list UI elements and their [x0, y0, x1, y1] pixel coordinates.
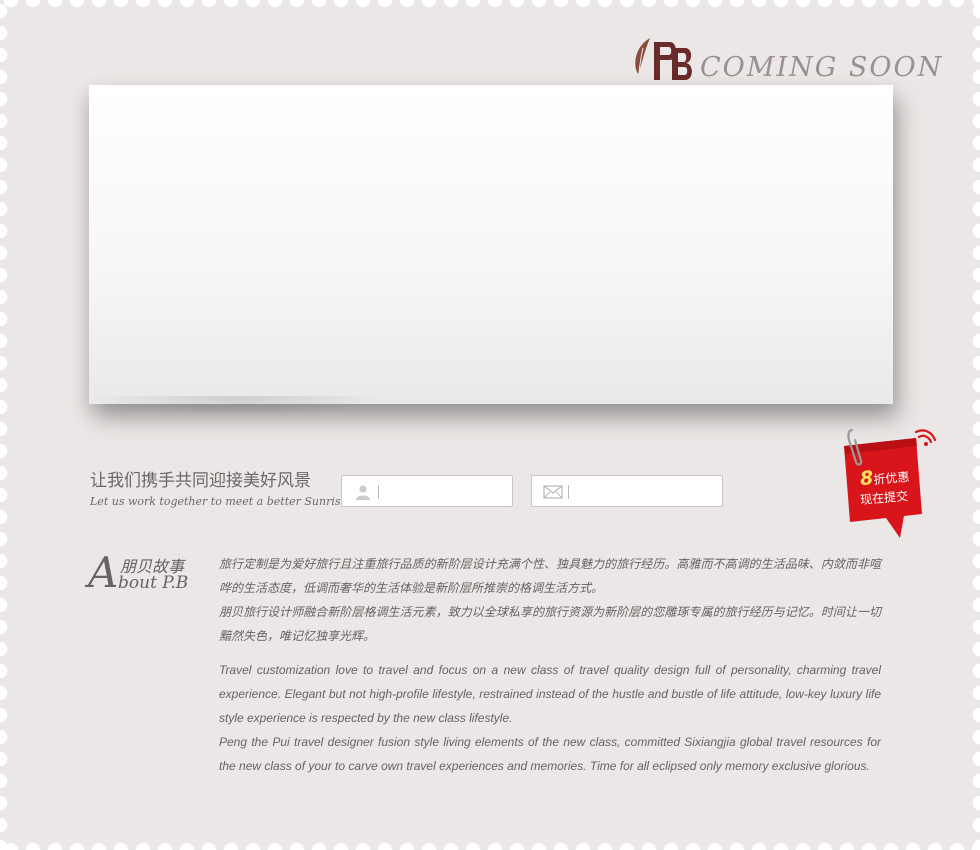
about-paragraph-en: Travel customization love to travel and … — [219, 663, 881, 725]
stamp-edge-right — [966, 0, 980, 850]
stamp-edge-left — [0, 0, 14, 850]
coming-soon-label: COMING SOON — [700, 52, 944, 83]
about-paragraph-cn: 朋贝旅行设计师融合新阶层格调生活元素，致力以全球私享的旅行资源为新阶层的您雕琢专… — [219, 605, 881, 643]
stamp-edge-bottom — [0, 836, 980, 850]
brand-logo[interactable]: COMING SOON — [630, 34, 941, 84]
envelope-icon — [543, 485, 563, 499]
name-input[interactable] — [384, 480, 504, 502]
banner-shadow — [88, 396, 388, 418]
discount-number: 8 — [859, 467, 875, 491]
about-paragraph-cn: 旅行定制是为爱好旅行且注重旅行品质的新阶层设计充满个性、独具魅力的旅行经历。高雅… — [219, 557, 881, 595]
stamp-edge-top — [0, 0, 980, 14]
slogan-chinese: 让我们携手共同迎接美好风景 — [90, 471, 311, 491]
field-separator — [378, 485, 379, 499]
discount-label[interactable]: 8折优惠 — [859, 464, 910, 490]
about-initial: A — [88, 548, 119, 597]
about-paragraph-en: Peng the Pui travel designer fusion styl… — [219, 735, 881, 773]
field-separator — [568, 485, 569, 499]
user-icon — [356, 485, 370, 500]
email-input[interactable] — [574, 480, 714, 502]
about-title-english: bout P.B — [118, 573, 189, 593]
name-field[interactable] — [341, 475, 513, 507]
pb-logo-icon — [635, 38, 692, 80]
slogan-english: Let us work together to meet a better Su… — [90, 495, 348, 508]
hero-banner — [89, 85, 893, 404]
discount-text: 折优惠 — [872, 469, 910, 487]
about-body: 旅行定制是为爱好旅行且注重旅行品质的新阶层设计充满个性、独具魅力的旅行经历。高雅… — [219, 552, 881, 778]
email-field[interactable] — [531, 475, 723, 507]
